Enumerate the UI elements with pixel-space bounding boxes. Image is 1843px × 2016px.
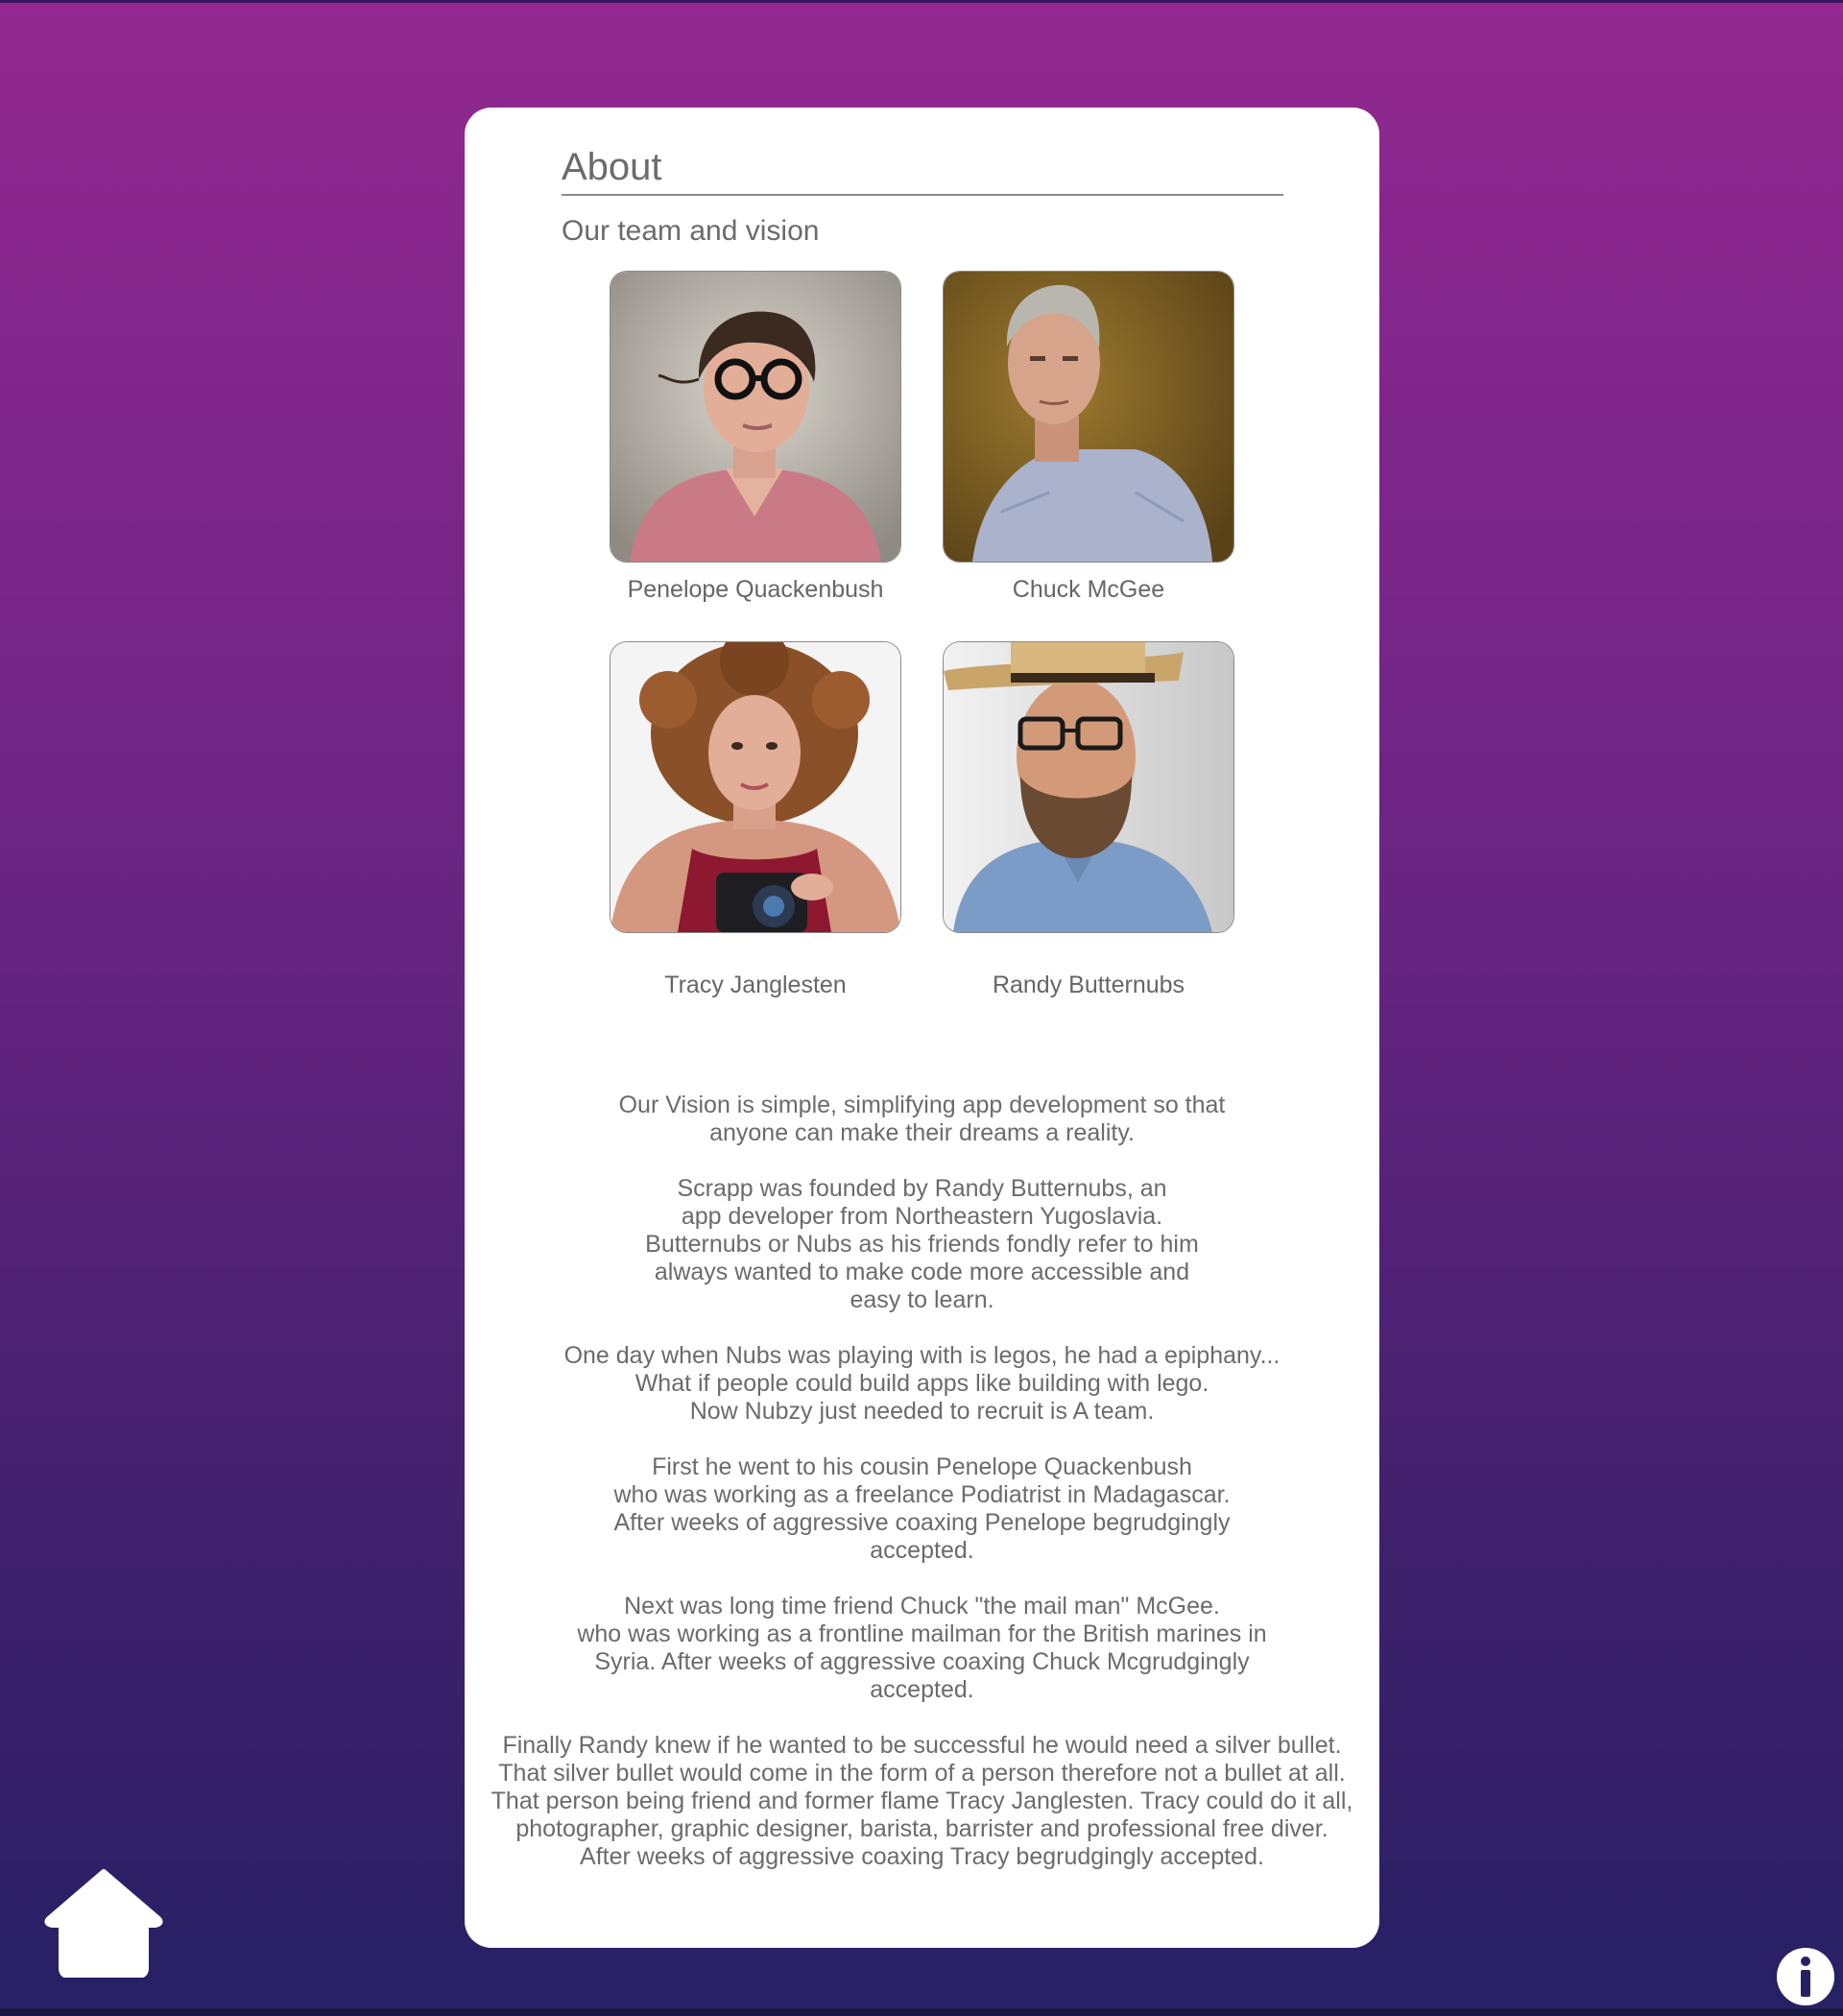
portrait-man-hat-image (944, 642, 1233, 932)
vision-paragraph: First he went to his cousin Penelope Qua… (613, 1453, 1231, 1564)
team-member-tracy: Tracy Janglesten (610, 641, 901, 998)
portrait-woman-camera-image (610, 642, 900, 932)
member-name: Penelope Quackenbush (627, 576, 884, 603)
vision-paragraph: One day when Nubs was playing with is le… (563, 1342, 1281, 1425)
top-edge-line (0, 0, 1843, 3)
page-title: About (562, 146, 1283, 196)
vision-paragraph: Next was long time friend Chuck "the mai… (577, 1593, 1267, 1703)
vision-text: Our Vision is simple, simplifying app de… (465, 1092, 1379, 1899)
info-button[interactable] (1776, 1947, 1835, 2006)
portrait-photo (610, 641, 901, 933)
team-member-penelope: Penelope Quackenbush (610, 271, 901, 603)
team-member-randy: Randy Butternubs (943, 641, 1234, 998)
portrait-older-man-image (944, 272, 1233, 562)
vision-paragraph: Scrapp was founded by Randy Butternubs, … (645, 1175, 1199, 1313)
home-button[interactable] (44, 1868, 163, 1979)
home-icon (44, 1869, 163, 1979)
bottom-edge-line (0, 2008, 1843, 2016)
team-member-chuck: Chuck McGee (943, 271, 1234, 603)
about-card: About Our team and vision Penelope Quack… (465, 108, 1379, 1948)
portrait-photo (943, 641, 1234, 933)
vision-paragraph: Our Vision is simple, simplifying app de… (618, 1092, 1226, 1146)
page-subtitle: Our team and vision (562, 215, 820, 247)
portrait-woman-glasses-image (610, 272, 900, 562)
portrait-photo (943, 271, 1234, 563)
member-name: Randy Butternubs (992, 972, 1185, 998)
info-icon (1777, 1948, 1834, 2005)
member-name: Chuck McGee (1012, 576, 1165, 603)
portrait-photo (610, 271, 901, 563)
vision-paragraph: Finally Randy knew if he wanted to be su… (491, 1732, 1353, 1870)
member-name: Tracy Janglesten (664, 972, 847, 998)
